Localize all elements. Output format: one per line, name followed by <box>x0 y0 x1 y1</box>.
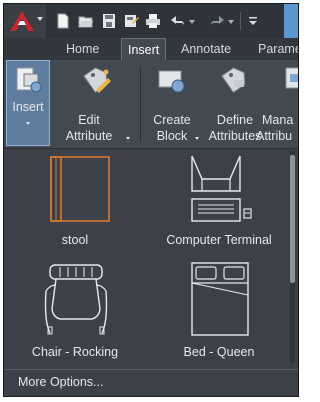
tab-insert[interactable]: Insert <box>121 38 167 60</box>
chevron-down-icon <box>37 17 43 21</box>
redo-dropdown-icon[interactable] <box>227 13 235 29</box>
scrollbar-thumb[interactable] <box>290 155 295 283</box>
block-item-label: Bed - Queen <box>183 345 255 359</box>
block-item-label: Chair - Rocking <box>31 345 119 359</box>
new-icon[interactable] <box>55 13 71 29</box>
tab-annotate[interactable]: Annotate <box>181 38 231 60</box>
toolbar-divider <box>240 12 241 30</box>
tab-home[interactable]: Home <box>66 38 99 60</box>
stool-block-icon <box>50 156 110 222</box>
create-block-label-1: Create <box>153 113 191 127</box>
save-as-icon[interactable] <box>123 13 139 29</box>
open-icon[interactable] <box>78 13 94 29</box>
insert-label: Insert <box>12 100 44 114</box>
undo-icon[interactable] <box>170 13 186 29</box>
edit-attribute-label-1: Edit <box>78 113 100 127</box>
block-gallery: stool Computer Terminal Chair - Rocking … <box>4 149 298 369</box>
ribbon-panel: Insert Edit Attribute Create Block Defin… <box>4 60 298 149</box>
undo-dropdown-icon[interactable] <box>188 13 196 29</box>
edit-attribute-button[interactable]: Edit Attribute <box>56 60 134 148</box>
block-item-chair-rocking[interactable]: Chair - Rocking <box>12 257 138 365</box>
autocad-window: Home Insert Annotate Parame Insert Edit … <box>3 3 299 397</box>
create-block-icon <box>158 70 185 93</box>
chevron-down-icon <box>195 130 199 148</box>
create-block-button[interactable]: Create Block <box>142 60 202 148</box>
edit-attribute-label-2: Attribute <box>65 129 113 143</box>
customize-icon[interactable] <box>247 13 259 29</box>
block-item-label: Computer Terminal <box>166 233 272 247</box>
redo-icon[interactable] <box>209 13 225 29</box>
queen-bed-block-icon <box>191 262 249 336</box>
ribbon-divider <box>140 68 141 142</box>
manage-attributes-label-1: Mana <box>262 113 294 127</box>
define-attributes-icon <box>221 67 246 94</box>
manage-attributes-icon <box>285 67 298 89</box>
insert-block-icon <box>16 67 42 93</box>
edit-attribute-icon <box>83 67 111 94</box>
workspace-field[interactable] <box>284 4 298 38</box>
computer-terminal-block-icon <box>191 155 252 222</box>
print-icon[interactable] <box>145 13 161 29</box>
block-item-computer-terminal[interactable]: Computer Terminal <box>154 149 284 257</box>
create-block-label-2: Block <box>156 129 188 143</box>
define-attributes-label-1: Define <box>216 113 254 127</box>
chevron-down-icon <box>126 130 130 148</box>
save-icon[interactable] <box>101 13 117 29</box>
block-item-bed-queen[interactable]: Bed - Queen <box>154 257 284 365</box>
manage-attributes-button[interactable]: Mana Attribu <box>256 60 298 148</box>
gallery-scrollbar[interactable] <box>290 151 295 363</box>
quick-access-toolbar <box>4 4 298 38</box>
ribbon-tabs: Home Insert Annotate Parame <box>4 38 298 60</box>
manage-attributes-label-2: Attribu <box>256 129 293 143</box>
tab-parametric[interactable]: Parame <box>258 38 298 60</box>
autocad-logo-icon <box>10 11 34 31</box>
block-item-label: stool <box>61 233 89 247</box>
application-menu-button[interactable] <box>4 4 46 38</box>
rocking-chair-block-icon <box>44 264 108 335</box>
insert-button[interactable]: Insert <box>6 60 50 146</box>
more-options-button[interactable]: More Options... <box>4 369 298 396</box>
more-options-label: More Options... <box>18 375 104 389</box>
chevron-down-icon <box>7 115 49 131</box>
block-item-stool[interactable]: stool <box>12 149 138 257</box>
